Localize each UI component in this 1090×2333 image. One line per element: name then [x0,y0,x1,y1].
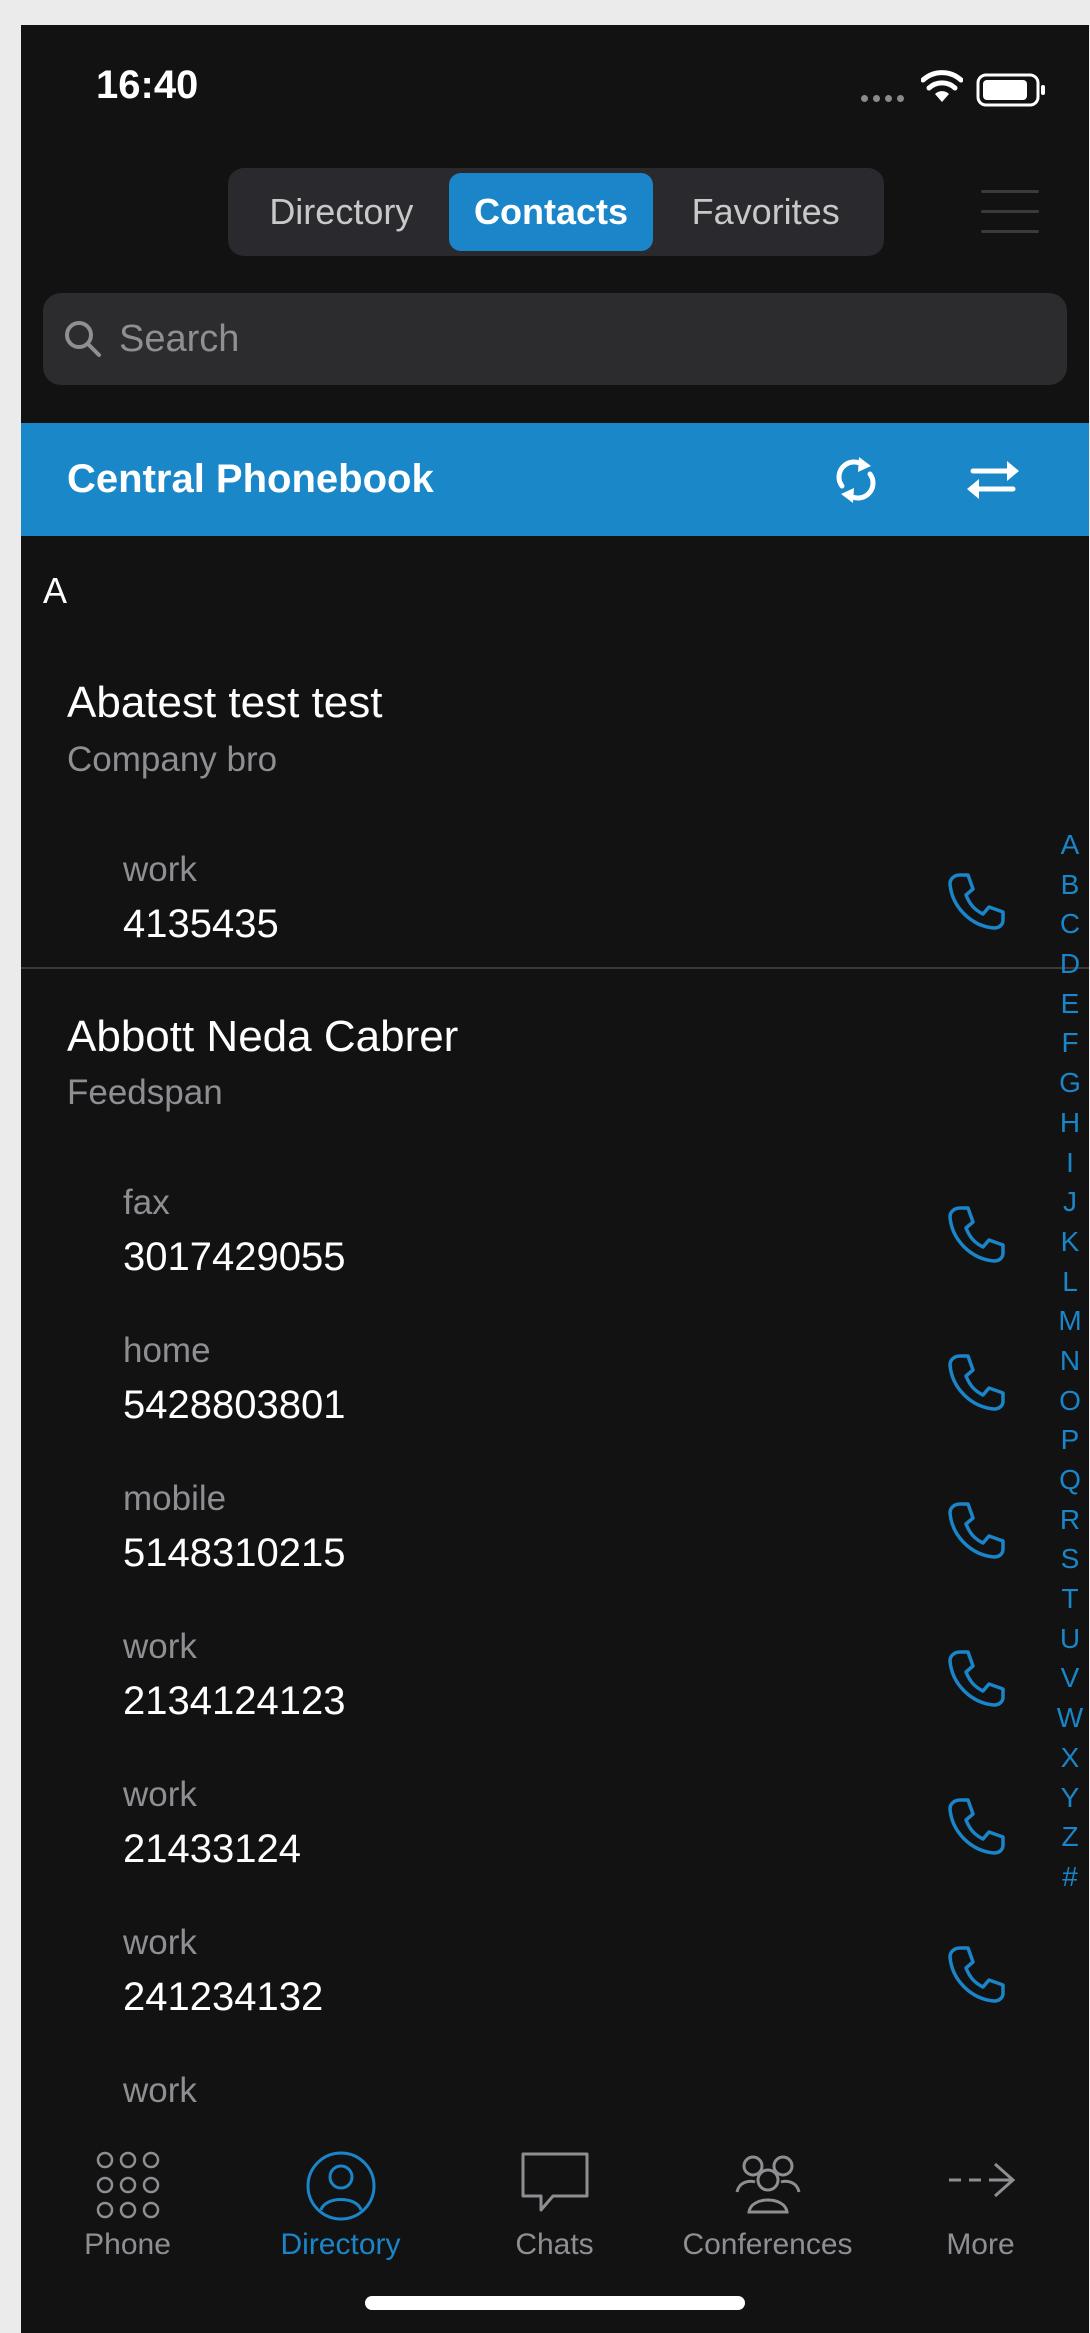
phone-type-label: work [123,2071,197,2110]
arrow-right-icon [948,2162,1015,2198]
index-letter[interactable]: C [1054,904,1086,944]
contact-company: Company bro [67,740,278,779]
home-indicator[interactable] [365,2296,745,2310]
phone-call-icon[interactable] [946,870,1008,932]
index-letter[interactable]: R [1054,1500,1086,1540]
segment-contacts[interactable]: Contacts [448,173,654,251]
index-letter[interactable]: O [1054,1381,1086,1421]
tab-directory-label: Directory [280,2228,401,2261]
index-letter[interactable]: X [1054,1738,1086,1778]
index-letter[interactable]: L [1054,1262,1086,1302]
cellular-signal-icon [861,95,904,102]
index-letter[interactable]: W [1054,1698,1086,1738]
search-input[interactable] [117,316,1021,362]
chat-bubble-icon [521,2152,588,2212]
phone-call-icon[interactable] [946,1795,1008,1857]
phonebook-header: Central Phonebook [21,423,1089,536]
phone-number: 5428803801 [123,1383,346,1427]
tab-phone-label: Phone [84,2228,171,2261]
tab-more[interactable]: More [874,2110,1087,2261]
tab-directory[interactable]: Directory [234,2110,447,2261]
phone-call-icon[interactable] [946,1943,1008,2005]
phonebook-title: Central Phonebook [67,457,434,501]
index-letter[interactable]: J [1054,1182,1086,1222]
segment-directory[interactable]: Directory [234,173,449,251]
index-letter[interactable]: E [1054,984,1086,1024]
index-letter[interactable]: K [1054,1222,1086,1262]
phone-number-row[interactable]: home 5428803801 [21,1331,1021,1461]
phone-call-icon[interactable] [946,1203,1008,1265]
index-letter[interactable]: S [1054,1539,1086,1579]
index-letter[interactable]: Q [1054,1460,1086,1500]
person-icon [306,2151,375,2221]
menu-icon[interactable] [981,190,1039,238]
phone-number: 21433124 [123,1827,301,1871]
index-letter[interactable]: # [1054,1857,1086,1897]
contact-name[interactable]: Abatest test test [67,678,383,728]
search-icon [65,321,101,357]
wifi-icon [921,70,963,102]
index-letter[interactable]: H [1054,1103,1086,1143]
row-divider [21,967,1089,969]
phone-type-label: fax [123,1183,170,1222]
status-time: 16:40 [96,63,199,107]
tab-conferences[interactable]: Conferences [661,2110,874,2261]
directory-segmented-control: Directory Contacts Favorites [228,168,884,256]
index-letter[interactable]: D [1054,944,1086,984]
battery-icon [976,73,1045,107]
status-bar: 16:40 [21,25,1089,155]
index-letter[interactable]: U [1054,1619,1086,1659]
phone-number: 4135435 [123,902,279,946]
phone-call-icon[interactable] [946,1351,1008,1413]
contact-company: Feedspan [67,1073,223,1112]
phone-number-row[interactable]: work 241234132 [21,1923,1021,2053]
phone-number-row[interactable]: mobile 5148310215 [21,1479,1021,1609]
phone-number-row[interactable]: work 4135435 [21,850,1021,980]
phone-type-label: home [123,1331,211,1370]
phone-call-icon[interactable] [946,1499,1008,1561]
index-letter[interactable]: I [1054,1143,1086,1183]
phone-type-label: mobile [123,1479,227,1518]
phone-number-row[interactable]: work 2134124123 [21,1627,1021,1757]
index-letter[interactable]: G [1054,1063,1086,1103]
phone-number-row[interactable]: fax 3017429055 [21,1183,1021,1313]
phone-number: 5148310215 [123,1531,346,1575]
phone-type-label: work [123,1923,197,1962]
phone-type-label: work [123,1627,197,1666]
index-letter[interactable]: V [1054,1658,1086,1698]
contact-name[interactable]: Abbott Neda Cabrer [67,1012,458,1062]
phone-type-label: work [123,1775,197,1814]
index-letter[interactable]: N [1054,1341,1086,1381]
phone-number: 241234132 [123,1975,324,2019]
dialpad-icon [96,2151,159,2219]
tab-chats-label: Chats [515,2228,594,2261]
index-letter[interactable]: Z [1054,1817,1086,1857]
alphabet-index: A B C D E F G H I J K L M N O P Q R S T U V W X Y Z # [1054,825,1086,1897]
index-letter[interactable]: P [1054,1420,1086,1460]
tab-phone[interactable]: Phone [21,2110,234,2261]
phone-number: 3017429055 [123,1235,346,1279]
index-letter[interactable]: M [1054,1301,1086,1341]
phone-type-label: work [123,850,197,889]
index-letter[interactable]: T [1054,1579,1086,1619]
swap-icon[interactable] [965,455,1021,505]
search-bar [43,293,1067,385]
phone-number-row[interactable]: work 21433124 [21,1775,1021,1905]
section-header-letter: A [43,570,68,611]
index-letter[interactable]: B [1054,865,1086,905]
phone-number: 2134124123 [123,1679,346,1723]
index-letter[interactable]: A [1054,825,1086,865]
segment-favorites[interactable]: Favorites [653,173,878,251]
index-letter[interactable]: F [1054,1023,1086,1063]
tab-chats[interactable]: Chats [448,2110,661,2261]
tab-more-label: More [946,2228,1015,2261]
group-icon [735,2155,800,2214]
app-screen: 16:40 Directory Contacts Favorites Searc… [21,25,1089,2333]
index-letter[interactable]: Y [1054,1778,1086,1818]
phone-call-icon[interactable] [946,1647,1008,1709]
tab-conferences-label: Conferences [682,2228,853,2261]
sync-icon[interactable] [829,453,883,507]
